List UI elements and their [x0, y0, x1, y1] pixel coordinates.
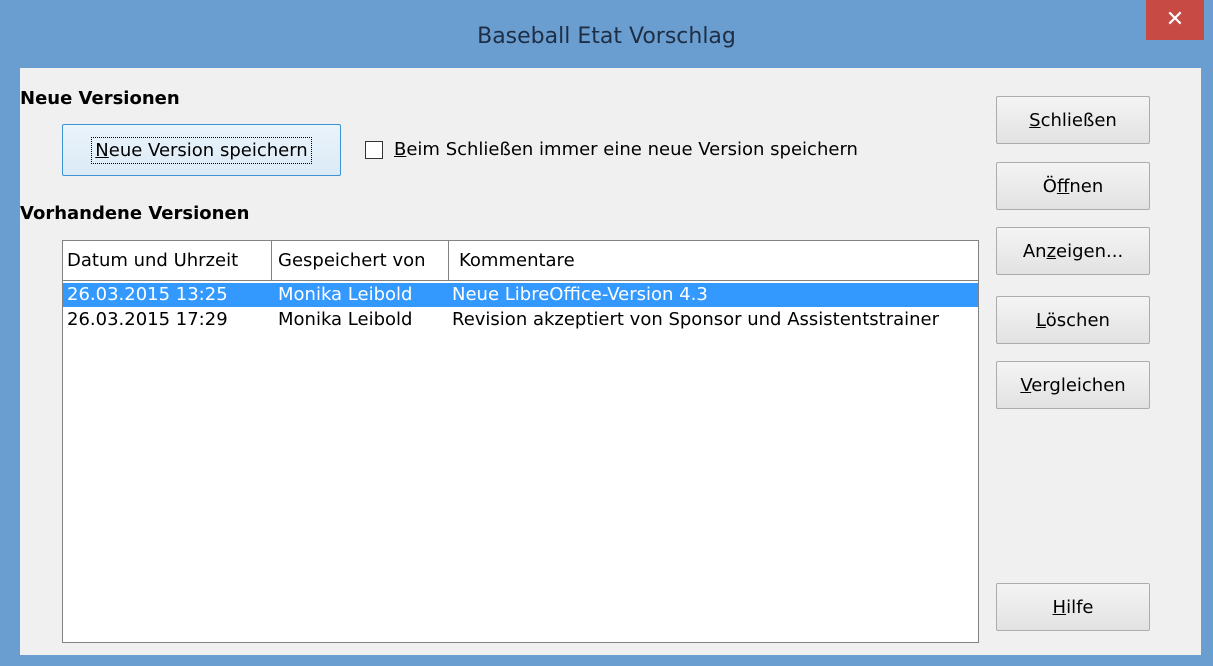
always-save-checkbox[interactable]: [365, 140, 383, 159]
always-save-checkbox-row[interactable]: Beim Schließen immer eine neue Version s…: [365, 139, 858, 160]
help-button-label: Hilfe: [1052, 596, 1094, 618]
window-title: Baseball Etat Vorschlag: [477, 24, 736, 49]
show-button[interactable]: Anzeigen...: [996, 227, 1150, 275]
versions-list[interactable]: Datum und Uhrzeit Gespeichert von Kommen…: [62, 240, 979, 643]
close-icon: ✕: [1165, 7, 1185, 32]
column-header-author[interactable]: Gespeichert von: [272, 241, 449, 280]
compare-button[interactable]: Vergleichen: [996, 361, 1150, 409]
version-comment: Neue LibreOffice-Version 4.3: [452, 284, 708, 305]
open-button[interactable]: Öffnen: [996, 162, 1150, 210]
delete-button-label: Löschen: [1036, 309, 1110, 331]
version-author: Monika Leibold: [278, 309, 413, 330]
close-button[interactable]: Schließen: [996, 96, 1150, 144]
column-header-date[interactable]: Datum und Uhrzeit: [63, 241, 272, 280]
close-button-label: Schließen: [1029, 109, 1117, 131]
version-date: 26.03.2015 17:29: [67, 309, 228, 330]
dialog-window: Baseball Etat Vorschlag ✕ Neue Versionen…: [0, 0, 1213, 666]
help-button[interactable]: Hilfe: [996, 583, 1150, 631]
version-comment: Revision akzeptiert von Sponsor und Assi…: [452, 309, 940, 330]
versions-list-header: Datum und Uhrzeit Gespeichert von Kommen…: [63, 241, 978, 281]
version-author: Monika Leibold: [278, 284, 413, 305]
always-save-checkbox-label: Beim Schließen immer eine neue Version s…: [394, 139, 858, 160]
compare-button-label: Vergleichen: [1020, 374, 1126, 396]
existing-versions-heading: Vorhandene Versionen: [20, 203, 250, 224]
new-versions-heading: Neue Versionen: [20, 88, 180, 109]
version-date: 26.03.2015 13:25: [67, 284, 228, 305]
show-button-label: Anzeigen...: [1022, 240, 1124, 262]
version-row[interactable]: 26.03.2015 13:25 Monika Leibold Neue Lib…: [63, 283, 978, 307]
open-button-label: Öffnen: [1042, 175, 1104, 197]
delete-button[interactable]: Löschen: [996, 296, 1150, 344]
close-window-button[interactable]: ✕: [1146, 0, 1204, 40]
save-new-version-button[interactable]: Neue Version speichern: [62, 124, 341, 176]
column-header-comment[interactable]: Kommentare: [449, 241, 978, 280]
dialog-body: Neue Versionen Neue Version speichern Be…: [20, 68, 1201, 655]
save-new-version-label: Neue Version speichern: [91, 136, 312, 164]
version-row[interactable]: 26.03.2015 17:29 Monika Leibold Revision…: [63, 308, 978, 332]
